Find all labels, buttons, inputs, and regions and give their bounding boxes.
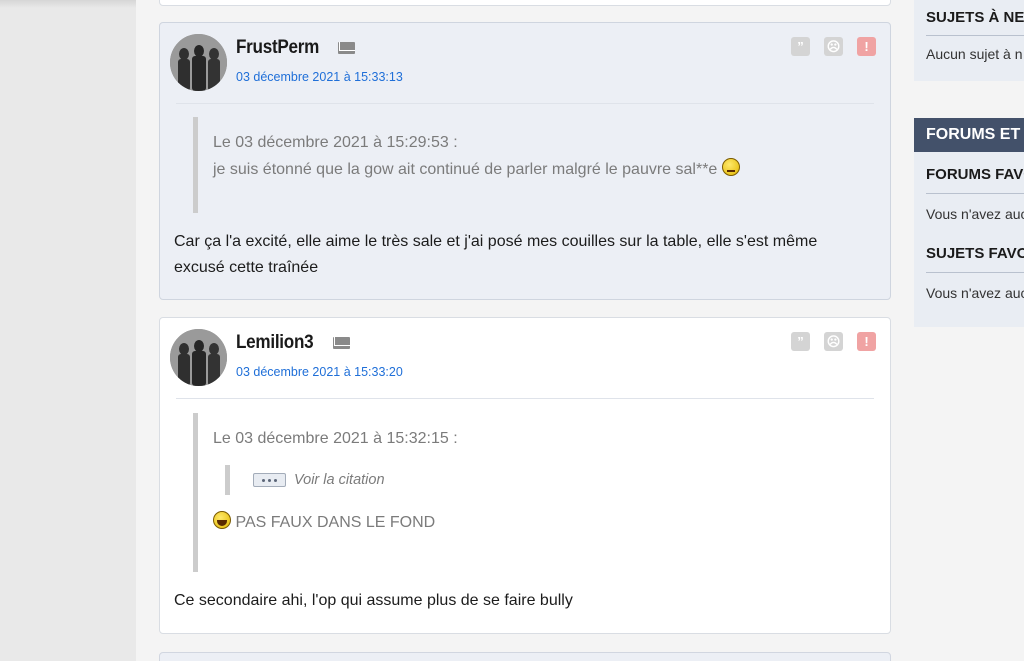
quote-text: PAS FAUX DANS LE FOND — [235, 514, 436, 531]
post-body: Car ça l'a excité, elle aime le très sal… — [174, 229, 876, 281]
post-body-line: Car ça l'a excité, elle aime le très sal… — [174, 233, 818, 250]
smiley-icon — [721, 158, 740, 176]
sidebar-title: SUJETS À NE P — [926, 9, 1024, 26]
post-separator — [176, 398, 874, 399]
quote-header: Le 03 décembre 2021 à 15:32:15 : — [213, 430, 458, 447]
post-date-link[interactable]: 03 décembre 2021 à 15:33:13 — [236, 70, 403, 84]
sad-face-icon[interactable]: ☹ — [824, 37, 843, 56]
blacklist-box: SUJETS À NE P Aucun sujet à n — [914, 0, 1024, 81]
post-date-link[interactable]: 03 décembre 2021 à 15:33:20 — [236, 365, 403, 379]
post-author[interactable]: FrustPerm — [236, 37, 319, 59]
quote-icon[interactable]: ” — [791, 332, 810, 351]
post-actions: ” ☹ ! — [791, 332, 876, 351]
sidebar-section-header: FORUMS ET S — [914, 118, 1024, 152]
sidebar-text: Aucun sujet à n — [926, 46, 1023, 62]
mail-icon[interactable] — [338, 42, 355, 54]
sidebar-text: Vous n'avez auc — [926, 285, 1024, 301]
avatar[interactable] — [170, 329, 227, 386]
post-actions: ” ☹ ! — [791, 37, 876, 56]
alert-icon[interactable]: ! — [857, 332, 876, 351]
alert-icon[interactable]: ! — [857, 37, 876, 56]
laugh-smiley-icon — [213, 511, 231, 529]
sidebar-text: Vous n'avez auc — [926, 206, 1024, 222]
view-quote-link[interactable]: Voir la citation — [294, 467, 385, 494]
previous-post-edge — [159, 0, 891, 6]
avatar[interactable] — [170, 34, 227, 91]
post-body: Ce secondaire ahi, l'op qui assume plus … — [174, 588, 876, 614]
post-author[interactable]: Lemilion3 — [236, 332, 314, 354]
sidebar-subtitle: FORUMS FAVO — [926, 166, 1024, 183]
page-gutter — [0, 0, 136, 661]
post-body-line: excusé cette traînée — [174, 259, 319, 276]
quote-block: Le 03 décembre 2021 à 15:32:15 : Voir la… — [193, 413, 458, 572]
mail-icon[interactable] — [333, 337, 350, 349]
sidebar: SUJETS À NE P Aucun sujet à n FORUMS ET … — [914, 0, 1024, 661]
nested-quote[interactable]: Voir la citation — [225, 465, 458, 495]
forum-post: Lemilion3 03 décembre 2021 à 15:33:20 ” … — [159, 317, 891, 634]
forum-post: FrustPerm 03 décembre 2021 à 15:33:13 ” … — [159, 22, 891, 300]
quote-text-row: PAS FAUX DANS LE FOND — [213, 509, 458, 536]
quote-block: Le 03 décembre 2021 à 15:29:53 : je suis… — [193, 117, 740, 213]
sidebar-divider — [926, 35, 1024, 36]
quote-text: je suis étonné que la gow ait continué d… — [213, 161, 718, 178]
sidebar-subtitle: SUJETS FAVOR — [926, 245, 1024, 262]
favorites-box: FORUMS ET S FORUMS FAVO Vous n'avez auc … — [914, 118, 1024, 327]
next-post-edge — [159, 652, 891, 661]
top-shadow — [0, 0, 136, 8]
post-body-line: Ce secondaire ahi, l'op qui assume plus … — [174, 592, 573, 609]
expand-quote-button[interactable] — [253, 473, 286, 487]
sidebar-divider — [926, 272, 1024, 273]
quote-icon[interactable]: ” — [791, 37, 810, 56]
post-separator — [176, 103, 874, 104]
sad-face-icon[interactable]: ☹ — [824, 332, 843, 351]
sidebar-divider — [926, 193, 1024, 194]
quote-header: Le 03 décembre 2021 à 15:29:53 : — [213, 134, 458, 151]
